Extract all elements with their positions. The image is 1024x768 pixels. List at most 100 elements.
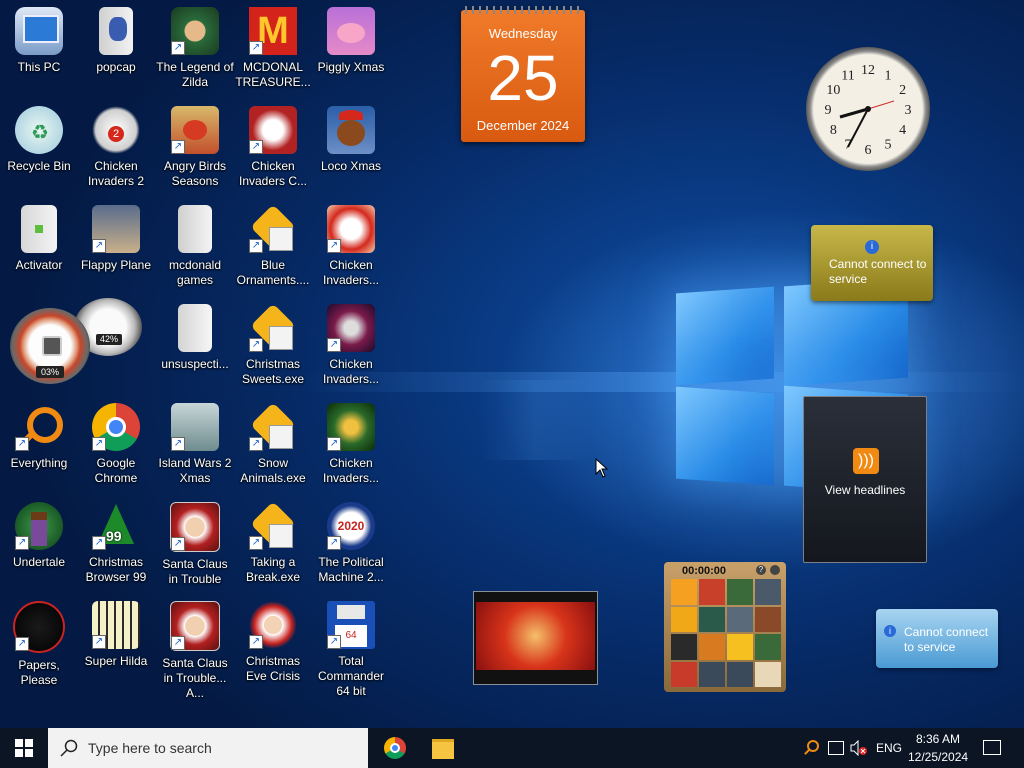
desktop-icon-label: Super Hilda bbox=[84, 654, 148, 668]
desktop-icon-loco-xmas[interactable]: Loco Xmas bbox=[312, 106, 390, 174]
desktop-icon-chicken-invaders-c2[interactable]: ↗ Chicken Invaders... bbox=[312, 403, 390, 486]
desktop-icon-legend-of-zilda[interactable]: ↗ The Legend of Zilda bbox=[156, 7, 234, 90]
desktop-icon-activator[interactable]: Activator bbox=[0, 205, 78, 273]
cpu-dial: 03% bbox=[10, 308, 90, 384]
weather-gadget[interactable]: i Cannot connect to service bbox=[876, 609, 998, 668]
desktop-icon-label: Chicken Invaders C... bbox=[238, 159, 308, 188]
desktop-icon-super-hilda[interactable]: ↗ Super Hilda bbox=[77, 601, 155, 669]
puzzle-timer: 00:00:00 bbox=[682, 565, 727, 577]
currency-gadget[interactable]: i Cannot connect to service bbox=[811, 225, 933, 301]
desktop-icon-total-commander[interactable]: 64 ↗ Total Commander 64 bit bbox=[312, 601, 390, 699]
desktop-icon-piggly-xmas[interactable]: Piggly Xmas bbox=[312, 7, 390, 75]
desktop-icon-papers-please[interactable]: ↗ Papers, Please bbox=[0, 601, 78, 688]
desktop-icon-label: Everything bbox=[10, 456, 68, 470]
view-headlines-label[interactable]: View headlines bbox=[804, 483, 926, 497]
memory-value: 42% bbox=[96, 334, 122, 345]
desktop-icon-label: This PC bbox=[17, 60, 61, 74]
chicken-icon: 2 bbox=[92, 106, 140, 154]
desktop-icon-everything[interactable]: ↗ Everything bbox=[0, 403, 78, 471]
picture-puzzle-gadget[interactable]: 00:00:00 ? bbox=[664, 562, 786, 692]
taskbar-chrome-button[interactable] bbox=[372, 728, 418, 768]
info-icon: i bbox=[865, 240, 879, 254]
clock-numeral: 8 bbox=[830, 123, 837, 138]
desktop-icon-taking-a-break[interactable]: ↗ Taking a Break.exe bbox=[234, 501, 312, 585]
desktop-icon-angry-birds-seasons[interactable]: ↗ Angry Birds Seasons bbox=[156, 106, 234, 189]
feed-headlines-gadget[interactable]: ))) View headlines bbox=[803, 396, 927, 563]
zilda-icon: ↗ bbox=[171, 7, 219, 55]
desktop-icon-flappy-plane[interactable]: ↗ Flappy Plane bbox=[77, 205, 155, 273]
cpu-center-icon bbox=[42, 336, 62, 356]
calendar-month-year: December 2024 bbox=[476, 118, 570, 133]
desktop-icon-mcdonald-games[interactable]: mcdonald games bbox=[156, 205, 234, 288]
search-icon bbox=[60, 739, 78, 757]
puzzle-board[interactable] bbox=[671, 579, 781, 687]
desktop-icon-christmas-browser-99[interactable]: 99 ↗ Christmas Browser 99 bbox=[77, 502, 155, 585]
desktop-icon-label: mcdonald games bbox=[168, 258, 222, 287]
floppy-disk-icon: 64 ↗ bbox=[327, 601, 375, 649]
desktop-icon-label: Undertale bbox=[12, 555, 66, 569]
start-button[interactable] bbox=[0, 728, 48, 768]
clock-date[interactable]: 12/25/2024 bbox=[908, 750, 968, 764]
cpu-meter-gadget[interactable]: 42% 03% bbox=[10, 298, 142, 386]
info-icon: i bbox=[884, 625, 896, 637]
search-box[interactable]: Type here to search bbox=[48, 728, 368, 768]
desktop-icon-political-machine[interactable]: 2020 ↗ The Political Machine 2... bbox=[312, 502, 390, 585]
folder-icon bbox=[178, 205, 212, 253]
chrome-icon bbox=[384, 737, 406, 759]
desktop-icon-recycle-bin[interactable]: ♻ Recycle Bin bbox=[0, 106, 78, 174]
volume-muted-icon[interactable] bbox=[850, 739, 868, 757]
desktop-icon-christmas-eve-crisis[interactable]: ↗ Christmas Eve Crisis bbox=[234, 601, 312, 684]
desktop-icon-chicken-invaders-c[interactable]: ↗ Chicken Invaders C... bbox=[234, 106, 312, 189]
desktop-icon-christmas-sweets[interactable]: ↗ Christmas Sweets.exe bbox=[234, 303, 312, 387]
desktop-icon-santa-claus-in-trouble-a[interactable]: ↗ Santa Claus in Trouble... A... bbox=[156, 601, 234, 701]
desktop-icon-label: Santa Claus in Trouble bbox=[162, 557, 228, 586]
language-indicator[interactable]: ENG bbox=[876, 741, 902, 755]
desktop-icon-blue-ornaments[interactable]: ↗ Blue Ornaments.... bbox=[234, 204, 312, 288]
help-icon[interactable]: ? bbox=[756, 565, 766, 575]
weather-message: Cannot connect to service bbox=[904, 625, 989, 654]
desktop-icon-label: Chicken Invaders... bbox=[322, 258, 380, 287]
network-icon[interactable] bbox=[828, 741, 844, 755]
taskbar-file-explorer-button[interactable] bbox=[420, 728, 466, 768]
desktop-icon-label: Christmas Sweets.exe bbox=[241, 357, 305, 386]
desktop-icon-mcdonal-treasure[interactable]: M ↗ MCDONAL TREASURE... bbox=[234, 7, 312, 90]
windows-icon bbox=[15, 739, 33, 757]
slideshow-gadget[interactable] bbox=[473, 591, 598, 685]
santa-icon: ↗ bbox=[170, 502, 220, 552]
undertale-icon: ↗ bbox=[15, 502, 63, 550]
search-placeholder: Type here to search bbox=[88, 740, 212, 756]
chicken-invaders-icon: ↗ bbox=[327, 304, 375, 352]
notifications-icon[interactable] bbox=[983, 740, 1001, 755]
clock-gadget[interactable]: 121234567891011 bbox=[806, 47, 930, 171]
desktop-icon-google-chrome[interactable]: ↗ Google Chrome bbox=[77, 403, 155, 486]
desktop-icon-snow-animals[interactable]: ↗ Snow Animals.exe bbox=[234, 402, 312, 486]
everything-tray-icon[interactable] bbox=[804, 740, 819, 755]
super-hilda-icon: ↗ bbox=[92, 601, 140, 649]
desktop-icon-chicken-invaders-b[interactable]: ↗ Chicken Invaders... bbox=[312, 304, 390, 387]
desktop-icon-this-pc[interactable]: This PC bbox=[0, 7, 78, 75]
chrome-icon: ↗ bbox=[92, 403, 140, 451]
desktop-icon-popcap[interactable]: popcap bbox=[77, 7, 155, 75]
desktop-icon-label: Activator bbox=[15, 258, 63, 272]
desktop-icon-island-wars-2-xmas[interactable]: ↗ Island Wars 2 Xmas bbox=[156, 403, 234, 486]
desktop-icon-undertale[interactable]: ↗ Undertale bbox=[0, 502, 78, 570]
second-hand bbox=[867, 100, 895, 110]
desktop-icon-chicken-invaders-a[interactable]: ↗ Chicken Invaders... bbox=[312, 205, 390, 288]
christmas-tree-icon: 99 ↗ bbox=[92, 502, 140, 550]
clock-time[interactable]: 8:36 AM bbox=[908, 732, 968, 746]
desktop-icon-label: Snow Animals.exe bbox=[240, 456, 306, 485]
clock-numeral: 2 bbox=[899, 83, 906, 98]
desktop-icon-santa-claus-in-trouble[interactable]: ↗ Santa Claus in Trouble bbox=[156, 502, 234, 587]
desktop-icon-label: Island Wars 2 Xmas bbox=[158, 456, 232, 485]
clock-numeral: 9 bbox=[825, 103, 832, 118]
desktop-icon-chicken-invaders-2[interactable]: 2 Chicken Invaders 2 bbox=[77, 106, 155, 189]
desktop-icon-unsuspecting[interactable]: unsuspecti... bbox=[156, 304, 234, 372]
rss-icon: ))) bbox=[853, 448, 879, 474]
desktop-icon-label: Blue Ornaments.... bbox=[236, 258, 310, 287]
calendar-gadget[interactable]: Wednesday 25 December 2024 bbox=[461, 6, 585, 142]
shuffle-icon[interactable] bbox=[770, 565, 780, 575]
clock-numeral: 10 bbox=[826, 83, 840, 98]
chicken-invaders-icon: ↗ bbox=[249, 106, 297, 154]
magnifier-icon: ↗ bbox=[15, 403, 63, 451]
santa-icon: ↗ bbox=[170, 601, 220, 651]
